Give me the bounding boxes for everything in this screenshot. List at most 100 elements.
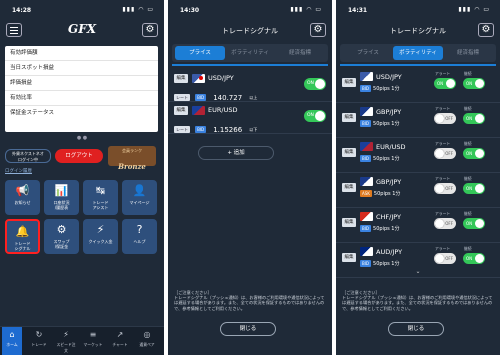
toggle-knob [446, 79, 455, 88]
speed-order-icon: ⚡ [63, 330, 69, 339]
alert-toggle[interactable]: OFF [434, 148, 456, 159]
repeat-label: 継続 [464, 246, 472, 251]
rate-condition: レート BID 140.727 以上 [174, 87, 257, 102]
tab-economic-indicators[interactable]: 経済指標 [275, 46, 325, 60]
currency-pair: EUR/USD [208, 106, 238, 114]
tab-speed-order[interactable]: ⚡ スピード注文 [56, 327, 76, 355]
signal-toggle[interactable]: ON [304, 78, 326, 90]
repeat-label: 継続 [464, 176, 472, 181]
login-history-link[interactable]: ログイン履歴 [5, 168, 32, 174]
rate-tag: レート [174, 126, 190, 133]
repeat-toggle[interactable]: ON [463, 183, 485, 194]
app-header: GFX ⚙ [0, 20, 164, 42]
tile-news[interactable]: 📢 お知らせ [5, 180, 40, 215]
status-icons: ▮▮▮ ◠ ▭ [458, 6, 490, 13]
edit-button[interactable]: 編集 [342, 113, 356, 122]
bid-tag: BID [195, 126, 207, 133]
login-status-button[interactable]: 外貨ネクストネオ ログイン中 [5, 149, 51, 163]
currency-pair: GBP/JPY [376, 108, 402, 116]
alert-toggle[interactable]: OFF [434, 113, 456, 124]
toggle-knob [475, 184, 484, 193]
member-rank-badge[interactable]: 会員ランク Bronze [108, 146, 156, 171]
tile-label: クイック入金 [88, 239, 113, 244]
trade-signal-price-screen: 14:30 ▮▮▮ ◠ ▭ トレードシグナル ⚙ プライス ボラティリティ 経済… [168, 0, 332, 355]
tile-help[interactable]: ? ヘルプ [122, 219, 157, 254]
volatility-text: 50pips 1分 [373, 226, 400, 232]
alert-label: アラート [435, 176, 451, 181]
tab-volatility[interactable]: ボラティリティ [393, 46, 443, 60]
rate-condition-suffix: 以下 [249, 126, 258, 132]
repeat-toggle[interactable]: ON [463, 78, 485, 89]
toggle-label: ON [466, 151, 473, 156]
alert-toggle[interactable]: OFF [434, 183, 456, 194]
info-row: 有効比率 [5, 91, 158, 106]
page-indicator[interactable]: ● ● [0, 135, 164, 141]
volatility-condition: ASK 50pips 1分 [360, 190, 400, 197]
settings-gear-icon[interactable]: ⚙ [310, 23, 326, 37]
tab-volatility[interactable]: ボラティリティ [225, 46, 275, 60]
settings-gear-icon[interactable]: ⚙ [142, 23, 158, 37]
flag-us-jp-icon [360, 72, 373, 81]
tab-currency-pair[interactable]: ◎ 通貨ペア [137, 327, 157, 355]
tab-chart[interactable]: ↗ チャート [110, 327, 130, 355]
tile-label: 口座状況 /履歴表 [53, 200, 70, 210]
add-signal-button[interactable]: + 追加 [198, 146, 274, 160]
logout-button[interactable]: ログアウト [55, 149, 103, 163]
tile-trade-assist[interactable]: ↹ トレード アシスト [83, 180, 118, 215]
account-summary-card[interactable]: 有効評価額 当日スポット損益 評価損益 有効比率 保証金ステータス [5, 46, 158, 132]
edit-button[interactable]: 編集 [342, 78, 356, 87]
edit-button[interactable]: 編集 [174, 74, 188, 83]
toggle-label: ON [466, 256, 473, 261]
signal-tabs: プライス ボラティリティ 経済指標 [172, 44, 328, 62]
flag-eu-us-icon [360, 142, 373, 151]
repeat-label: 継続 [464, 71, 472, 76]
tile-account-status[interactable]: 📊 口座状況 /履歴表 [44, 180, 79, 215]
home-screen: 14:28 ▮▮▮ ◠ ▭ GFX ⚙ 有効評価額 当日スポット損益 評価損益 … [0, 0, 164, 355]
settings-gear-icon[interactable]: ⚙ [478, 23, 494, 37]
edit-button[interactable]: 編集 [342, 183, 356, 192]
tile-my-page[interactable]: 👤 マイページ [122, 180, 157, 215]
repeat-toggle[interactable]: ON [463, 148, 485, 159]
rate-tag: レート [174, 94, 190, 101]
status-icons: ▮▮▮ ◠ ▭ [290, 6, 322, 13]
volatility-signal-row: 編集 CHF/JPY BID 50pips 1分 アラート 継続 OFF ON [336, 208, 500, 243]
toggle-knob [475, 254, 484, 263]
currency-pair: GBP/JPY [376, 178, 402, 186]
volatility-text: 50pips 1分 [373, 191, 401, 197]
repeat-toggle[interactable]: ON [463, 253, 485, 264]
alert-toggle[interactable]: OFF [434, 218, 456, 229]
edit-button[interactable]: 編集 [174, 106, 188, 115]
tile-quick-deposit[interactable]: ⚡ クイック入金 [83, 219, 118, 254]
tab-economic-indicators[interactable]: 経済指標 [443, 46, 493, 60]
home-icon: ⌂ [9, 330, 15, 339]
volatility-text: 50pips 1分 [373, 156, 400, 162]
tab-home[interactable]: ⌂ ホーム [2, 327, 22, 355]
volatility-signal-row: 編集 GBP/JPY BID 50pips 1分 アラート 継続 OFF ON [336, 103, 500, 138]
tile-label: マイページ [129, 200, 150, 205]
chevron-down-icon[interactable]: ⌄ [336, 268, 500, 275]
edit-button[interactable]: 編集 [342, 148, 356, 157]
signal-toggle[interactable]: ON [304, 110, 326, 122]
flag-us-jp-icon [192, 74, 205, 83]
edit-button[interactable]: 編集 [342, 253, 356, 262]
repeat-toggle[interactable]: ON [463, 113, 485, 124]
alert-toggle[interactable]: OFF [434, 253, 456, 264]
close-button[interactable]: 閉じる [220, 322, 276, 336]
tile-trade-signal[interactable]: 🔔 トレード シグナル [5, 219, 40, 254]
tab-market[interactable]: ≡ マーケット [83, 327, 103, 355]
tab-price[interactable]: プライス [175, 46, 225, 60]
volatility-condition: BID 50pips 1分 [360, 120, 400, 127]
tile-swap-margin[interactable]: ⚙ スワップ /保証金 [44, 219, 79, 254]
currency-pair: AUD/JPY [376, 248, 403, 256]
tab-trade[interactable]: ↻ トレード [29, 327, 49, 355]
deposit-icon: ⚡ [96, 223, 105, 236]
repeat-toggle[interactable]: ON [463, 218, 485, 229]
price-side-tag: ASK [360, 190, 372, 197]
edit-button[interactable]: 編集 [342, 218, 356, 227]
alert-toggle[interactable]: ON [434, 78, 456, 89]
megaphone-icon: 📢 [15, 184, 30, 197]
signal-tabs: プライス ボラティリティ 経済指標 [340, 44, 496, 62]
tab-price[interactable]: プライス [343, 46, 393, 60]
close-button[interactable]: 閉じる [388, 322, 444, 336]
info-row: 評価損益 [5, 76, 158, 91]
